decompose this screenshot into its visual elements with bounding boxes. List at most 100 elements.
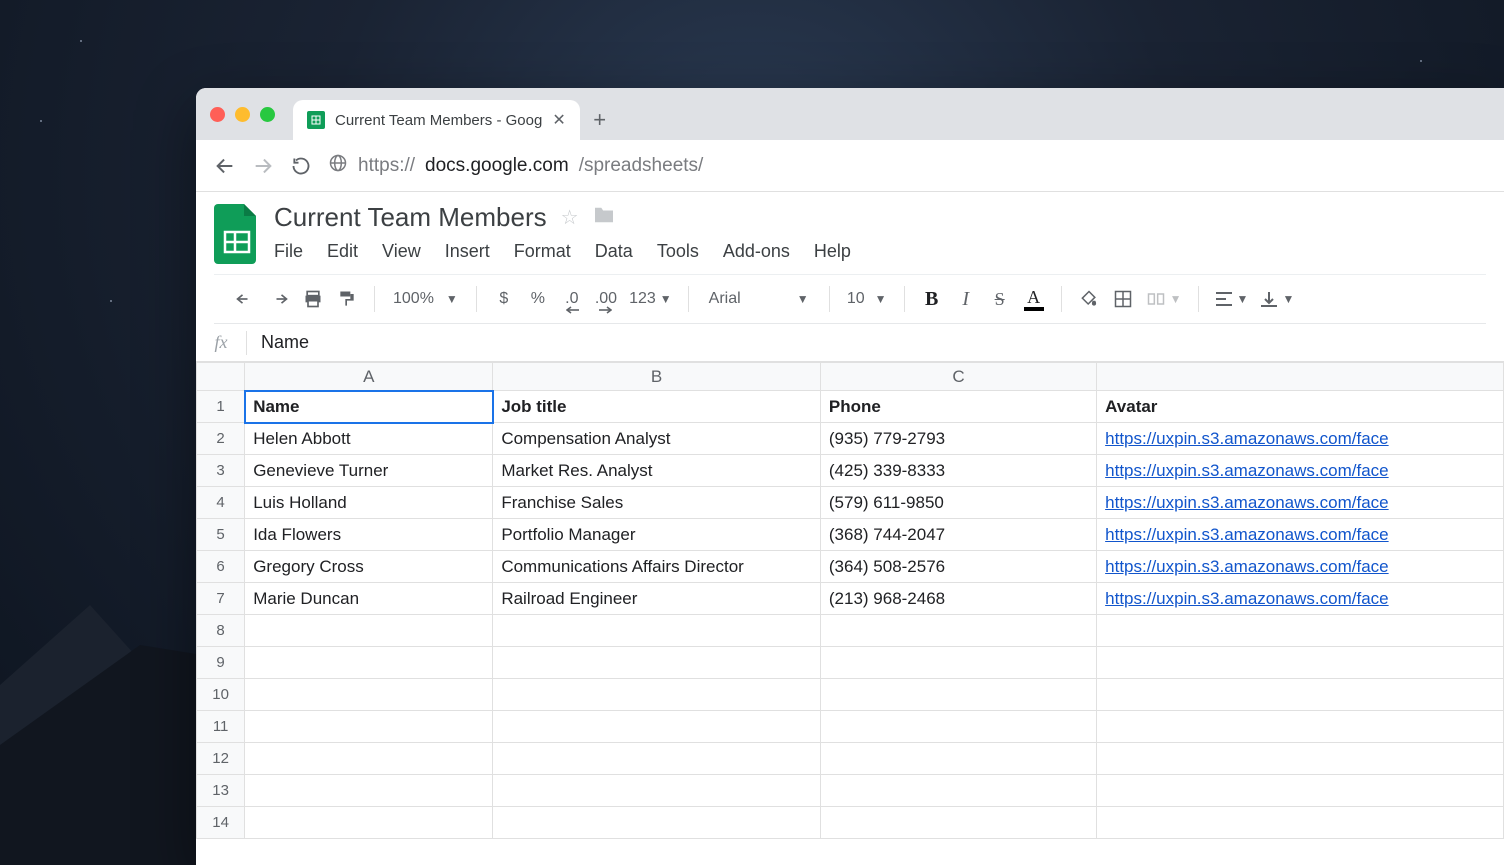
cell[interactable]	[493, 711, 821, 743]
fill-color-button[interactable]	[1072, 282, 1106, 316]
cell[interactable]: (213) 968-2468	[820, 583, 1096, 615]
cell[interactable]	[493, 775, 821, 807]
cell[interactable]	[1097, 615, 1504, 647]
cell[interactable]: Compensation Analyst	[493, 423, 821, 455]
cell[interactable]: https://uxpin.s3.amazonaws.com/face	[1097, 455, 1504, 487]
cell[interactable]: https://uxpin.s3.amazonaws.com/face	[1097, 487, 1504, 519]
tab-close-icon[interactable]: ✕	[552, 110, 565, 130]
url-field[interactable]: https://docs.google.com/spreadsheets/	[328, 153, 1486, 179]
column-header[interactable]	[1097, 363, 1504, 391]
cell[interactable]	[1097, 775, 1504, 807]
row-header[interactable]: 13	[197, 775, 245, 807]
cell[interactable]: Portfolio Manager	[493, 519, 821, 551]
site-info-icon[interactable]	[328, 153, 348, 179]
nav-reload-button[interactable]	[290, 155, 312, 177]
cell[interactable]	[493, 743, 821, 775]
cell[interactable]: (368) 744-2047	[820, 519, 1096, 551]
percent-button[interactable]: %	[521, 282, 555, 316]
row-header[interactable]: 4	[197, 487, 245, 519]
star-icon[interactable]: ☆	[561, 205, 579, 230]
row-header[interactable]: 6	[197, 551, 245, 583]
cell[interactable]: Job title	[493, 391, 821, 423]
menu-insert[interactable]: Insert	[445, 241, 490, 262]
cell[interactable]: (935) 779-2793	[820, 423, 1096, 455]
row-header[interactable]: 12	[197, 743, 245, 775]
cell[interactable]	[820, 807, 1096, 839]
redo-button[interactable]	[262, 282, 296, 316]
sheets-app-icon[interactable]	[214, 204, 260, 264]
row-header[interactable]: 8	[197, 615, 245, 647]
folder-icon[interactable]	[593, 206, 615, 230]
cell[interactable]	[1097, 647, 1504, 679]
increase-decimal-button[interactable]: .00	[589, 282, 623, 316]
window-close-button[interactable]	[210, 107, 225, 122]
print-button[interactable]	[296, 282, 330, 316]
cell[interactable]: Avatar	[1097, 391, 1504, 423]
cell[interactable]: Luis Holland	[245, 487, 493, 519]
row-header[interactable]: 11	[197, 711, 245, 743]
cell[interactable]: https://uxpin.s3.amazonaws.com/face	[1097, 423, 1504, 455]
paint-format-button[interactable]	[330, 282, 364, 316]
new-tab-button[interactable]: +	[580, 100, 620, 140]
text-color-button[interactable]: A	[1017, 282, 1051, 316]
cell[interactable]	[1097, 807, 1504, 839]
cell[interactable]	[493, 615, 821, 647]
menu-data[interactable]: Data	[595, 241, 633, 262]
cell[interactable]	[245, 679, 493, 711]
spreadsheet-grid[interactable]: ABC1NameJob titlePhoneAvatar2Helen Abbot…	[196, 362, 1504, 865]
cell[interactable]: (425) 339-8333	[820, 455, 1096, 487]
cell[interactable]: (364) 508-2576	[820, 551, 1096, 583]
nav-back-button[interactable]	[214, 155, 236, 177]
cell[interactable]: Phone	[820, 391, 1096, 423]
cell[interactable]: Franchise Sales	[493, 487, 821, 519]
menu-file[interactable]: File	[274, 241, 303, 262]
cell[interactable]: Name	[245, 391, 493, 423]
browser-tab[interactable]: Current Team Members - Goog ✕	[293, 100, 580, 140]
cell[interactable]	[245, 743, 493, 775]
row-header[interactable]: 14	[197, 807, 245, 839]
cell[interactable]: Helen Abbott	[245, 423, 493, 455]
cell[interactable]	[245, 711, 493, 743]
menu-addons[interactable]: Add-ons	[723, 241, 790, 262]
cell[interactable]	[245, 615, 493, 647]
window-maximize-button[interactable]	[260, 107, 275, 122]
currency-button[interactable]: $	[487, 282, 521, 316]
cell[interactable]: Market Res. Analyst	[493, 455, 821, 487]
column-header[interactable]: B	[493, 363, 821, 391]
row-header[interactable]: 5	[197, 519, 245, 551]
row-header[interactable]: 10	[197, 679, 245, 711]
row-header[interactable]: 1	[197, 391, 245, 423]
row-header[interactable]: 2	[197, 423, 245, 455]
cell[interactable]: Railroad Engineer	[493, 583, 821, 615]
cell[interactable]	[820, 679, 1096, 711]
cell[interactable]: Genevieve Turner	[245, 455, 493, 487]
row-header[interactable]: 9	[197, 647, 245, 679]
cell[interactable]: Gregory Cross	[245, 551, 493, 583]
cell[interactable]	[1097, 711, 1504, 743]
column-header[interactable]: C	[820, 363, 1096, 391]
cell[interactable]	[1097, 743, 1504, 775]
cell[interactable]: Ida Flowers	[245, 519, 493, 551]
cell[interactable]: Communications Affairs Director	[493, 551, 821, 583]
nav-forward-button[interactable]	[252, 155, 274, 177]
bold-button[interactable]: B	[915, 282, 949, 316]
menu-edit[interactable]: Edit	[327, 241, 358, 262]
italic-button[interactable]: I	[949, 282, 983, 316]
formula-input[interactable]: Name	[247, 332, 309, 353]
cell[interactable]	[820, 711, 1096, 743]
window-minimize-button[interactable]	[235, 107, 250, 122]
font-size-dropdown[interactable]: 10▼	[840, 282, 894, 316]
cell[interactable]	[245, 647, 493, 679]
zoom-dropdown[interactable]: 100%▼	[385, 282, 466, 316]
row-header[interactable]: 3	[197, 455, 245, 487]
menu-view[interactable]: View	[382, 241, 421, 262]
cell[interactable]: https://uxpin.s3.amazonaws.com/face	[1097, 551, 1504, 583]
cell[interactable]	[820, 743, 1096, 775]
cell[interactable]	[1097, 679, 1504, 711]
cell[interactable]	[493, 647, 821, 679]
undo-button[interactable]	[228, 282, 262, 316]
strikethrough-button[interactable]: S	[983, 282, 1017, 316]
menu-help[interactable]: Help	[814, 241, 851, 262]
cell[interactable]: https://uxpin.s3.amazonaws.com/face	[1097, 583, 1504, 615]
cell[interactable]	[493, 679, 821, 711]
